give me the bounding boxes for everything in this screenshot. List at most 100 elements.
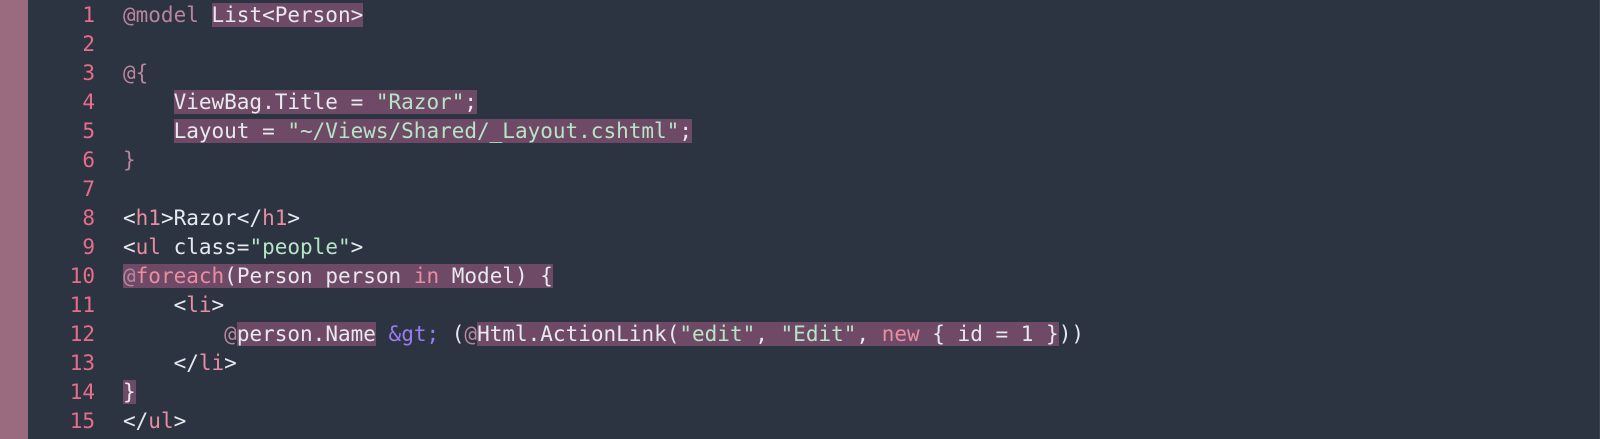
code-token: ( — [439, 322, 465, 346]
code-line[interactable]: 9 <ul class="people"> — [28, 233, 1599, 262]
code-token: li — [198, 351, 225, 375]
code-token: > — [287, 206, 301, 230]
code-token: { id = 1 } — [919, 322, 1059, 346]
code-token: Model) { — [439, 264, 553, 288]
code-token: </ — [123, 351, 199, 375]
code-token: h1 — [262, 206, 288, 230]
code-token: (Person person — [224, 264, 414, 288]
code-token: li — [186, 293, 212, 317]
code-line[interactable]: 6} — [28, 146, 1599, 175]
code-token: > — [224, 351, 237, 375]
line-code: ViewBag.Title = "Razor"; — [123, 88, 1599, 117]
code-token: Html.ActionLink( — [477, 322, 680, 346]
code-line[interactable]: 10 @foreach(Person person in Model) { — [28, 262, 1599, 291]
line-number: 11 — [69, 293, 95, 317]
line-number: 4 — [82, 90, 95, 114]
code-token: >Razor</ — [160, 206, 263, 230]
line-code: @{ — [123, 59, 1599, 88]
code-token: } — [123, 148, 136, 172]
code-token: </ — [123, 409, 149, 433]
code-token: @ — [224, 322, 237, 346]
code-line[interactable]: 7 — [28, 175, 1599, 204]
line-number: 3 — [82, 61, 95, 85]
code-token: > — [211, 293, 225, 317]
code-line[interactable]: 11 <li> — [28, 291, 1599, 320]
code-token: Layout = — [173, 119, 288, 143]
line-code: } — [123, 146, 1599, 175]
code-token: h1 — [135, 206, 161, 230]
code-editor[interactable]: 1 @model List<Person> 2 3 @{ 4 ViewBag.Title … — [0, 0, 1600, 439]
code-line[interactable]: 12 @person.Name &gt; (@Html.ActionLink("… — [28, 320, 1599, 349]
line-number: 12 — [69, 322, 95, 346]
code-token: > — [350, 235, 364, 259]
line-number: 6 — [82, 148, 95, 172]
line-number: 9 — [82, 235, 95, 259]
code-token: in — [413, 264, 440, 288]
line-code: Layout = "~/Views/Shared/_Layout.cshtml"… — [123, 117, 1599, 146]
line-number: 8 — [82, 206, 95, 230]
code-token: ; — [679, 119, 692, 143]
line-number: 10 — [69, 264, 95, 288]
code-token: , — [856, 322, 882, 346]
code-token: < — [123, 235, 136, 259]
code-token: "Edit" — [780, 322, 857, 346]
line-code: <ul class="people"> — [123, 233, 1599, 262]
line-code: @model List<Person> — [123, 1, 1599, 30]
code-line[interactable]: 5 Layout = "~/Views/Shared/_Layout.cshtm… — [28, 117, 1599, 146]
line-code: @foreach(Person person in Model) { — [123, 262, 1599, 291]
code-token: < — [123, 206, 136, 230]
line-code: </li> — [123, 349, 1599, 378]
line-number: 1 — [82, 3, 95, 27]
code-token: < — [123, 293, 187, 317]
line-code: } — [123, 378, 1599, 407]
code-token: person.Name — [236, 322, 376, 346]
code-line[interactable]: 4 ViewBag.Title = "Razor"; — [28, 88, 1599, 117]
line-number: 15 — [69, 409, 95, 433]
code-token: )) — [1058, 322, 1084, 346]
code-token: class= — [160, 235, 250, 259]
code-token: } — [123, 380, 136, 404]
code-token: > — [173, 409, 187, 433]
line-code: <li> — [123, 291, 1599, 320]
code-token: @ — [123, 264, 136, 288]
code-line[interactable]: 3 @{ — [28, 59, 1599, 88]
code-token: @{ — [123, 61, 149, 85]
code-token: ; — [464, 90, 478, 114]
code-line[interactable]: 8 <h1>Razor</h1> — [28, 204, 1599, 233]
line-number: 5 — [82, 119, 95, 143]
code-line[interactable]: 1 @model List<Person> — [28, 1, 1599, 30]
code-token: "people" — [249, 235, 351, 259]
code-token: "Razor" — [375, 90, 465, 114]
code-token: ul — [148, 409, 174, 433]
code-lines: 1 @model List<Person> 2 3 @{ 4 ViewBag.Title … — [28, 1, 1599, 436]
code-token: List<Person> — [211, 3, 364, 27]
code-token: new — [881, 322, 920, 346]
line-number: 2 — [82, 32, 95, 56]
line-number: 13 — [69, 351, 95, 375]
code-line[interactable]: 13 </li> — [28, 349, 1599, 378]
code-token: "edit" — [679, 322, 756, 346]
code-token: &gt; — [388, 322, 440, 346]
code-token: "~/Views/Shared/_Layout.cshtml" — [287, 119, 680, 143]
gutter-marker-bar — [0, 0, 28, 439]
line-code: <h1>Razor</h1> — [123, 204, 1599, 233]
code-line[interactable]: 15 </ul> — [28, 407, 1599, 436]
line-code: </ul> — [123, 407, 1599, 436]
code-line[interactable]: 14} — [28, 378, 1599, 407]
code-token: ul — [135, 235, 161, 259]
line-number: 7 — [82, 177, 95, 201]
code-token: ViewBag.Title = — [173, 90, 376, 114]
line-number: 14 — [69, 380, 95, 404]
code-token: @model — [123, 3, 212, 27]
code-token: , — [755, 322, 781, 346]
code-token: @ — [464, 322, 478, 346]
code-line[interactable]: 2 — [28, 30, 1599, 59]
line-code: @person.Name &gt; (@Html.ActionLink("edi… — [123, 320, 1599, 349]
code-token: foreach — [135, 264, 225, 288]
